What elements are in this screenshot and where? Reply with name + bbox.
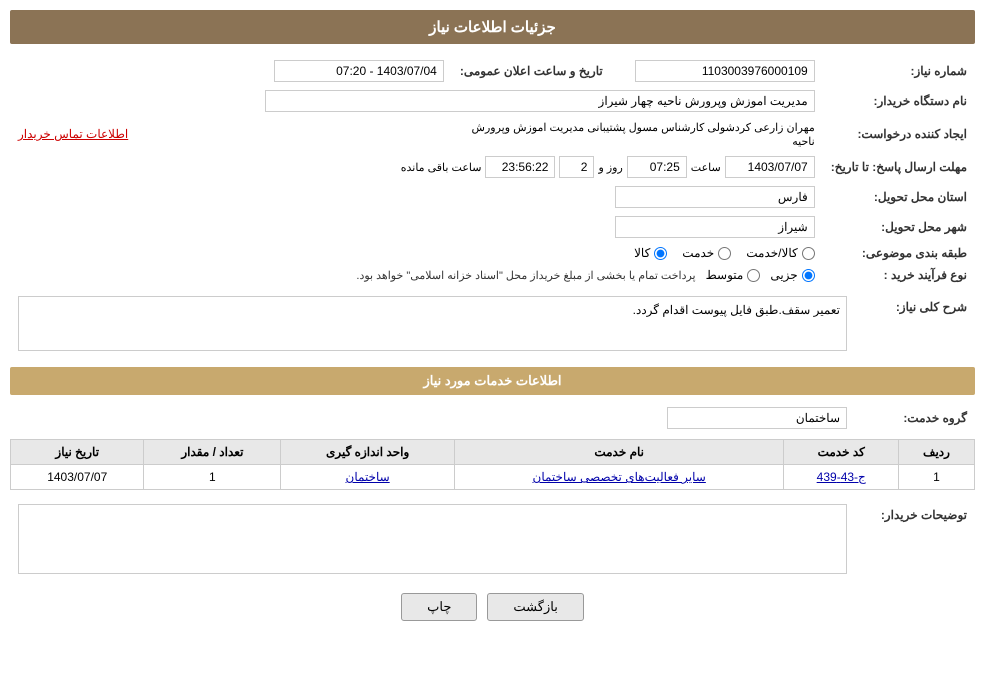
city-label: شهر محل تحویل: (823, 212, 975, 242)
buyer-org-input[interactable] (265, 90, 815, 112)
contact-link[interactable]: اطلاعات تماس خریدار (18, 127, 128, 141)
col-date: تاریخ نیاز (11, 440, 144, 465)
buttons-row: بازگشت چاپ (10, 593, 975, 621)
services-section-title: اطلاعات خدمات مورد نیاز (10, 367, 975, 395)
category-kala-only-option[interactable]: کالا (634, 246, 667, 260)
table-row: 1 ج-43-439 سایر فعالیت‌های تخصصی ساختمان… (11, 465, 975, 490)
purchase-jozi-label: جزیی (770, 268, 797, 282)
description-box: تعمیر سقف.طبق فایل پیوست اقدام گردد. (18, 296, 847, 351)
category-khedmat-radio[interactable] (718, 247, 731, 260)
category-kala-label: کالا/خدمت (746, 246, 797, 260)
announce-datetime-input[interactable] (274, 60, 444, 82)
deadline-remaining-label: ساعت باقی مانده (401, 161, 482, 174)
service-group-input[interactable] (667, 407, 847, 429)
col-name: نام خدمت (454, 440, 784, 465)
requester-value: مهران زارعی کردشولی کارشناس مسول پشتیبان… (472, 122, 815, 148)
deadline-days-label: روز و (598, 161, 622, 174)
category-kala-radio[interactable] (802, 247, 815, 260)
service-group-label: گروه خدمت: (855, 403, 975, 433)
deadline-time-label: ساعت (691, 161, 721, 174)
category-kala-only-radio[interactable] (654, 247, 667, 260)
col-unit: واحد اندازه گیری (281, 440, 455, 465)
cell-code: ج-43-439 (784, 465, 899, 490)
deadline-time-input[interactable] (627, 156, 687, 178)
province-input[interactable] (615, 186, 815, 208)
need-number-input[interactable] (635, 60, 815, 82)
requester-label: ایجاد کننده درخواست: (823, 116, 975, 152)
purchase-jozi-radio[interactable] (802, 269, 815, 282)
purchase-motawaset-option[interactable]: متوسط (706, 268, 761, 282)
purchase-note: پرداخت تمام یا بخشی از مبلغ خریداز محل "… (356, 269, 695, 282)
deadline-label: مهلت ارسال پاسخ: تا تاریخ: (823, 152, 975, 182)
province-label: استان محل تحویل: (823, 182, 975, 212)
page-title: جزئیات اطلاعات نیاز (10, 10, 975, 44)
category-kala-option[interactable]: کالا/خدمت (746, 246, 814, 260)
category-label: طبقه بندی موضوعی: (823, 242, 975, 264)
announce-datetime-label: تاریخ و ساعت اعلان عمومی: (452, 56, 623, 86)
need-number-label: شماره نیاز: (823, 56, 975, 86)
purchase-motawaset-label: متوسط (706, 268, 744, 282)
purchase-type-label: نوع فرآیند خرید : (823, 264, 975, 286)
category-khedmat-option[interactable]: خدمت (682, 246, 731, 260)
col-code: کد خدمت (784, 440, 899, 465)
col-rownum: ردیف (898, 440, 974, 465)
category-khedmat-label: خدمت (682, 246, 714, 260)
services-table: ردیف کد خدمت نام خدمت واحد اندازه گیری ت… (10, 439, 975, 490)
city-input[interactable] (615, 216, 815, 238)
cell-rownum: 1 (898, 465, 974, 490)
cell-qty: 1 (144, 465, 281, 490)
back-button[interactable]: بازگشت (487, 593, 583, 621)
purchase-motawaset-radio[interactable] (747, 269, 760, 282)
purchase-jozi-option[interactable]: جزیی (770, 268, 814, 282)
description-label: شرح کلی نیاز: (855, 292, 975, 355)
cell-unit: ساختمان (281, 465, 455, 490)
deadline-days-input[interactable] (559, 156, 594, 178)
description-text: تعمیر سقف.طبق فایل پیوست اقدام گردد. (633, 303, 840, 317)
cell-name: سایر فعالیت‌های تخصصی ساختمان (454, 465, 784, 490)
category-kala-only-label: کالا (634, 246, 650, 260)
buyer-notes-box[interactable] (18, 504, 847, 574)
print-button[interactable]: چاپ (401, 593, 477, 621)
deadline-remaining-input[interactable] (485, 156, 555, 178)
deadline-date-input[interactable] (725, 156, 815, 178)
col-qty: تعداد / مقدار (144, 440, 281, 465)
buyer-org-label: نام دستگاه خریدار: (823, 86, 975, 116)
cell-date: 1403/07/07 (11, 465, 144, 490)
buyer-notes-label: توضیحات خریدار: (855, 500, 975, 578)
